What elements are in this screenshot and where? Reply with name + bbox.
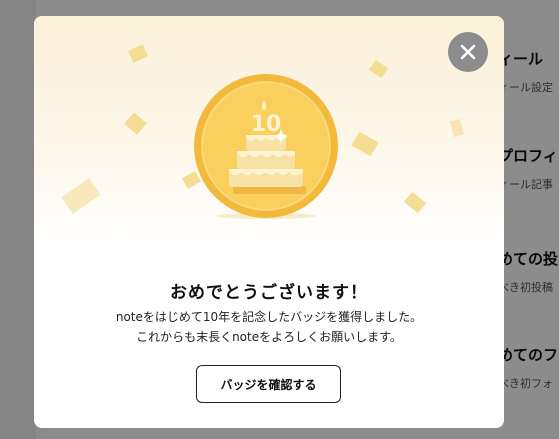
badge-number: 10	[251, 112, 282, 137]
badge-award-modal: 10 おめでとうございます！ noteをはじめて10年を記念したバッジを獲得しま…	[34, 16, 504, 428]
view-badge-button[interactable]: バッジを確認する	[196, 365, 341, 403]
message-line: noteをはじめて10年を記念したバッジを獲得しました。	[115, 310, 423, 324]
message-line: これからも末長くnoteをよろしくお願いします。	[136, 330, 402, 344]
cake-badge-icon: 10	[194, 74, 338, 219]
close-button[interactable]	[448, 32, 488, 72]
modal-title: おめでとうございます！	[170, 283, 368, 303]
modal-message: noteをはじめて10年を記念したバッジを獲得しました。 これからも末長くnot…	[34, 307, 504, 347]
anniversary-badge: 10	[193, 73, 339, 219]
close-icon	[460, 44, 476, 60]
